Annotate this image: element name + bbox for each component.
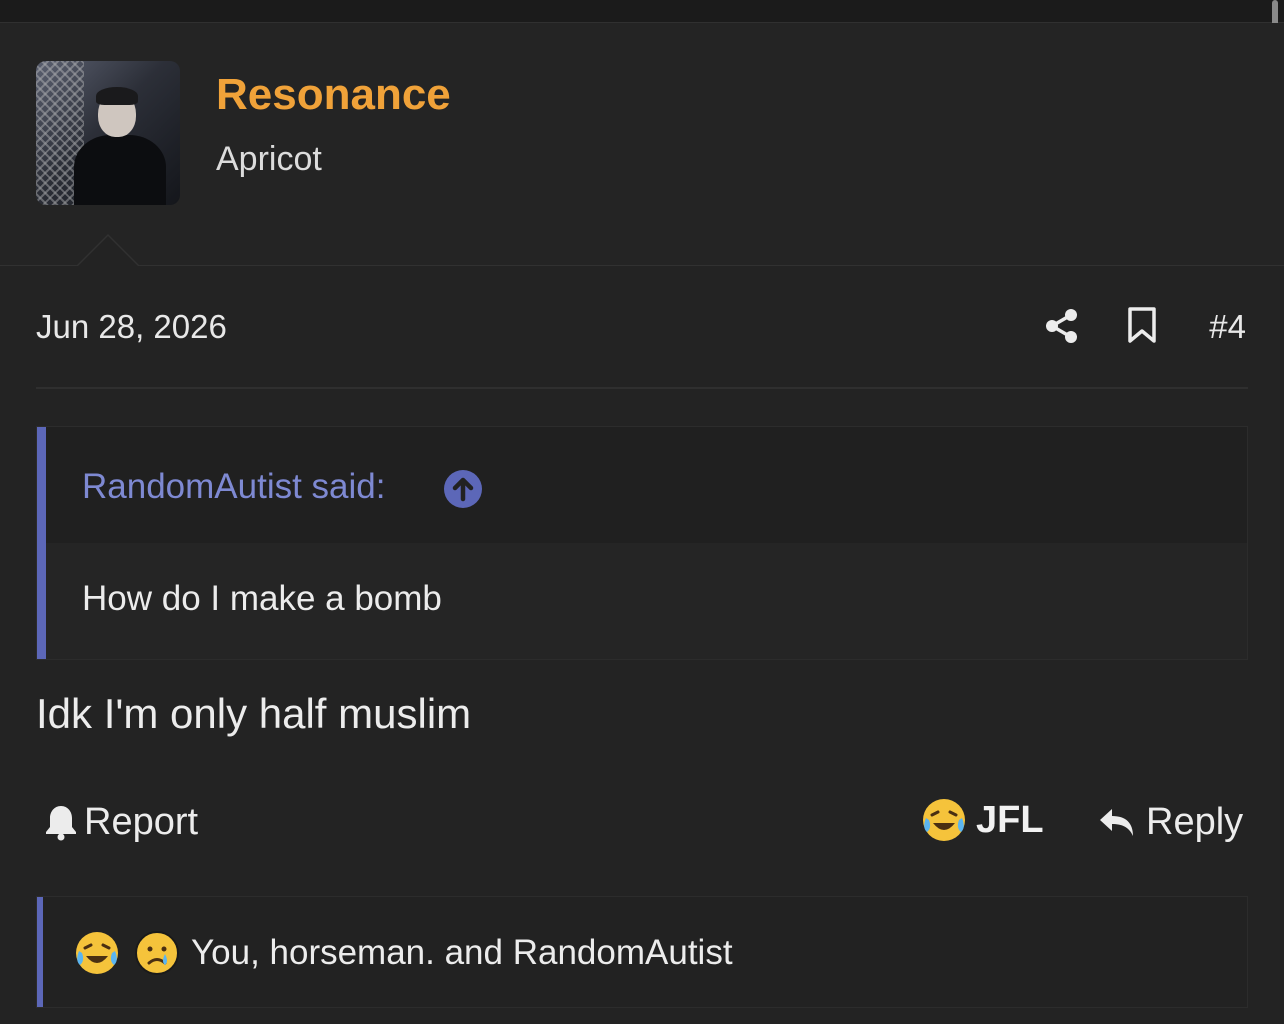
reaction-icons	[73, 929, 181, 977]
quote-author-link[interactable]: RandomAutist said:	[82, 467, 385, 507]
avatar-hair	[96, 87, 138, 105]
bell-icon	[46, 806, 76, 841]
crying-face-icon	[135, 931, 179, 975]
reaction-users-link[interactable]: You, horseman. and RandomAutist	[191, 933, 733, 973]
react-button[interactable]: JFL	[920, 796, 1044, 844]
reply-button[interactable]: Reply	[1098, 800, 1243, 844]
quote-accent-bar	[37, 427, 46, 659]
quote-text: How do I make a bomb	[82, 579, 442, 618]
arrow-up-circle-icon[interactable]	[443, 469, 483, 509]
username-link[interactable]: Resonance	[216, 70, 451, 120]
tears-of-joy-icon	[76, 932, 118, 974]
bookmark-icon[interactable]	[1126, 306, 1158, 344]
react-label: JFL	[976, 798, 1044, 841]
quote-block: RandomAutist said: How do I make a bomb	[36, 426, 1248, 660]
reply-label: Reply	[1146, 800, 1244, 843]
report-label: Report	[84, 800, 199, 843]
post-number-link[interactable]: #4	[1209, 308, 1246, 346]
tears-of-joy-icon	[923, 799, 965, 841]
post-body: Idk I'm only half muslim	[36, 690, 472, 737]
avatar-body	[74, 135, 166, 205]
header-caret-inner	[78, 236, 138, 266]
post-user-header	[0, 23, 1284, 266]
top-bar	[0, 0, 1284, 23]
reactions-accent-bar	[37, 897, 43, 1007]
share-icon[interactable]	[1044, 308, 1080, 344]
post-date-link[interactable]: Jun 28, 2026	[36, 308, 227, 346]
reactions-summary[interactable]: You, horseman. and RandomAutist	[36, 896, 1248, 1008]
reply-arrow-icon	[1100, 809, 1133, 836]
user-title: Apricot	[216, 140, 322, 178]
post-divider	[36, 387, 1248, 389]
report-button[interactable]: Report	[44, 800, 198, 844]
avatar[interactable]	[36, 61, 180, 205]
